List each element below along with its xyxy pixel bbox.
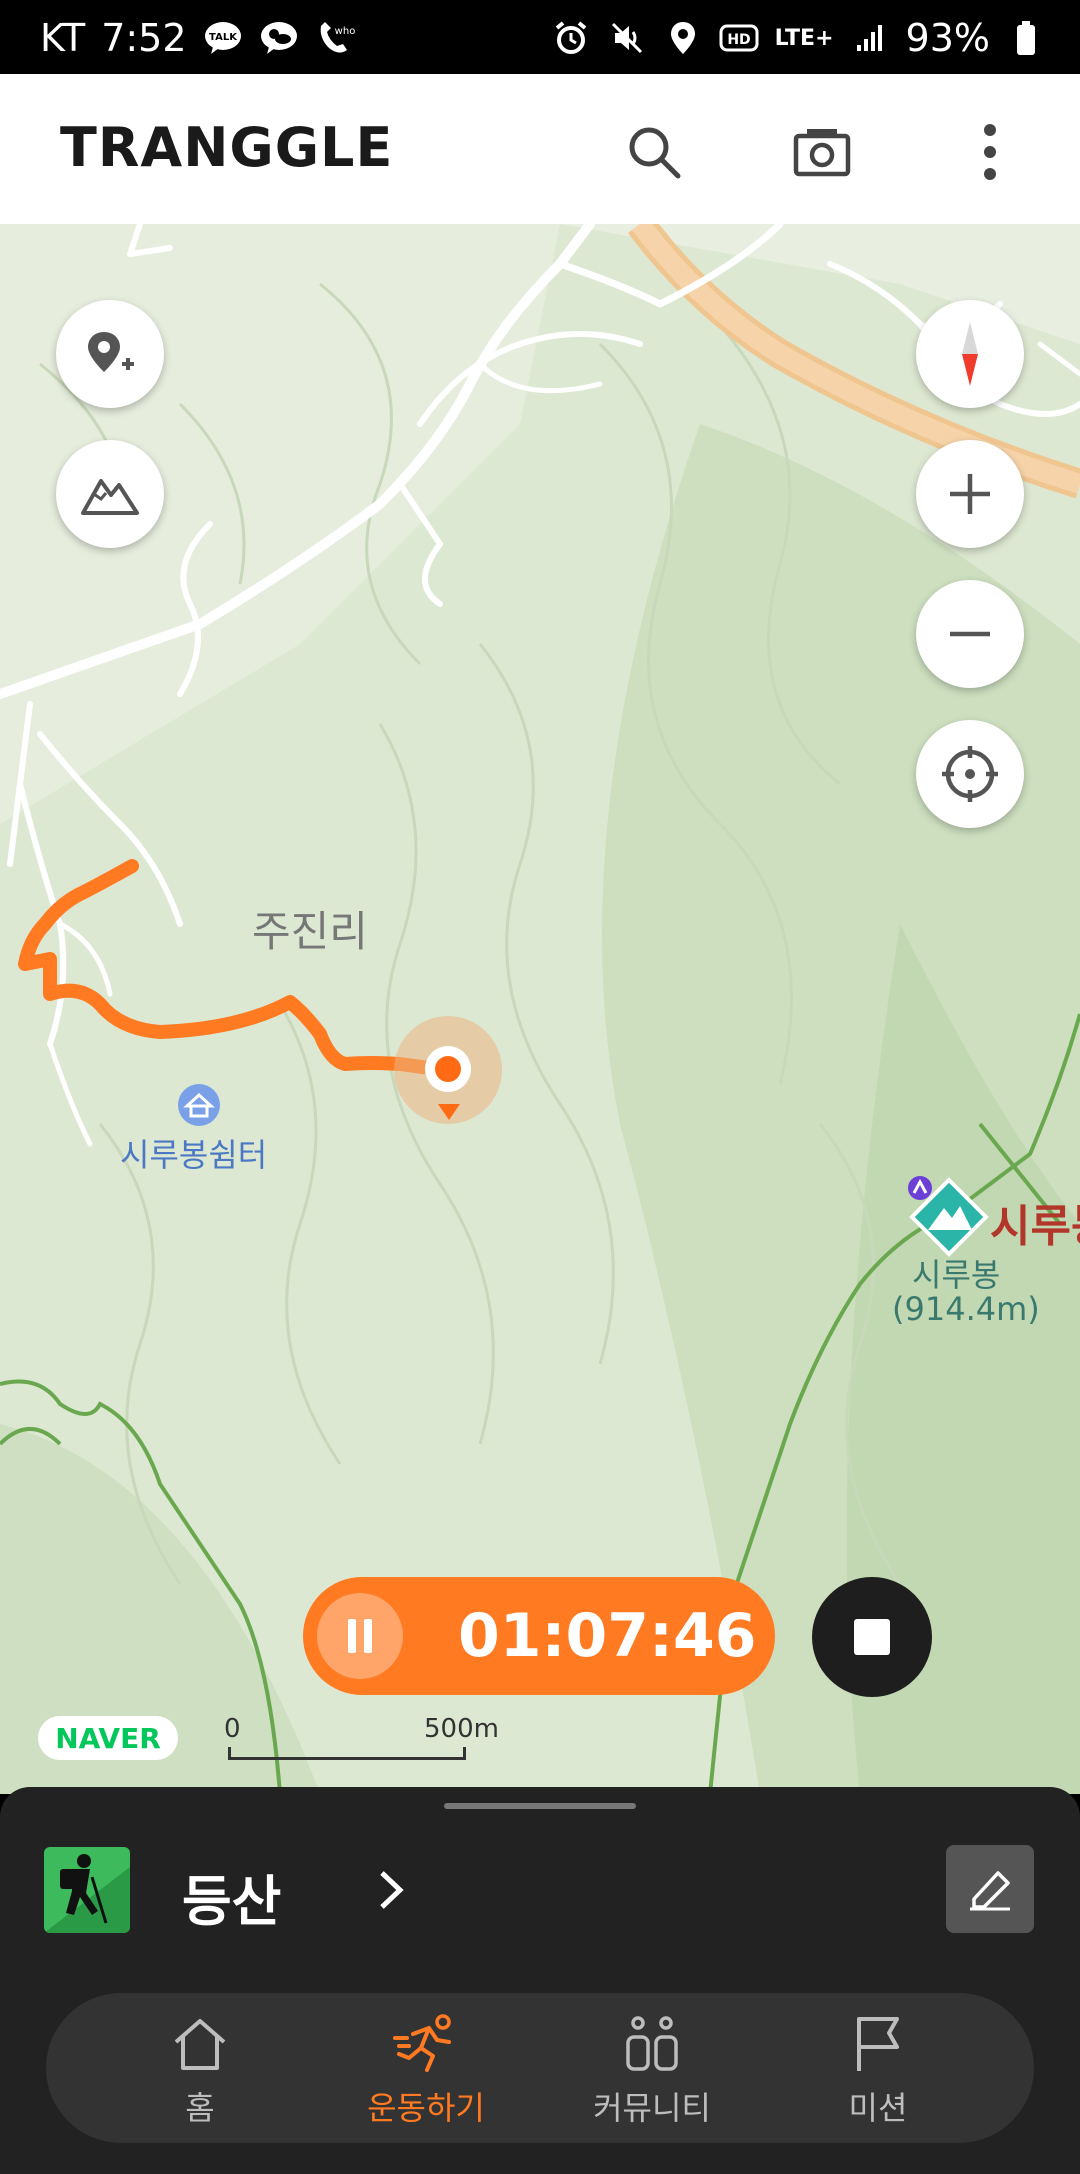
weather-icon (259, 18, 299, 58)
my-location-button[interactable] (916, 720, 1024, 828)
hd-icon: HD (719, 18, 759, 58)
svg-text:TALK: TALK (209, 32, 238, 43)
zoom-out-icon (950, 631, 990, 637)
zoom-in-icon (950, 474, 990, 514)
compass-icon (962, 322, 978, 386)
bottom-sheet: 등산 홈 운동하기 커뮤니티 미션 (0, 1787, 1080, 2174)
village-label: 주진리 (252, 907, 368, 956)
more-icon (984, 124, 996, 180)
peak-elevation-label: (914.4m) (892, 1290, 1040, 1328)
lte-icon: LTE+ (774, 25, 834, 51)
home-icon (100, 2011, 300, 2077)
talk-icon: TALK (203, 18, 243, 58)
bottom-nav: 홈 운동하기 커뮤니티 미션 (46, 1993, 1034, 2143)
svg-text:who: who (334, 26, 354, 37)
scale-end-label: 500m (424, 1714, 499, 1744)
camera-button[interactable] (782, 112, 862, 192)
status-bar-right: HD LTE+ 93% (551, 16, 1046, 60)
shelter-label: 시루봉쉼터 (120, 1136, 268, 1174)
battery-icon (1006, 18, 1046, 58)
nav-item-home[interactable]: 홈 (100, 2011, 300, 2131)
nav-label-exercise: 운동하기 (367, 2089, 485, 2127)
app-logo: TRANGGLE (60, 116, 394, 179)
map-canvas (0, 224, 1080, 1794)
add-location-button[interactable] (56, 300, 164, 408)
camera-icon (793, 129, 851, 177)
status-bar-left: KT 7:52 TALK who (40, 16, 355, 60)
nav-item-mission[interactable]: 미션 (778, 2011, 978, 2131)
compass-button[interactable] (916, 300, 1024, 408)
running-icon (326, 2011, 526, 2077)
chevron-right-icon[interactable] (372, 1865, 412, 1915)
sheet-drag-handle[interactable] (444, 1803, 636, 1809)
heading-arrow-icon (436, 1102, 462, 1126)
search-button[interactable] (614, 112, 694, 192)
recording-timer-pill: 01:07:46 (303, 1577, 775, 1695)
svg-text:HD: HD (727, 32, 750, 48)
add-location-icon (88, 332, 134, 372)
elapsed-time: 01:07:46 (458, 1601, 757, 1671)
scale-bar (228, 1747, 466, 1760)
shelter-marker-icon (176, 1082, 220, 1126)
summit-badge-icon (906, 1174, 934, 1206)
map-scale: 0 500m (224, 1714, 499, 1760)
naver-logo: NAVER (38, 1716, 178, 1760)
nav-label-community: 커뮤니티 (593, 2089, 711, 2127)
location-icon (663, 18, 703, 58)
app-bar: TRANGGLE (0, 74, 1080, 226)
status-bar: KT 7:52 TALK who HD LTE+ 93% (0, 0, 1080, 74)
battery-percent: 93% (905, 16, 990, 60)
mute-icon (607, 18, 647, 58)
signal-icon (850, 18, 890, 58)
current-location-marker-icon (425, 1046, 471, 1092)
flag-icon (778, 2011, 978, 2077)
nav-label-mission: 미션 (848, 2089, 908, 2127)
peak-title-label: 시루봉 (990, 1201, 1080, 1252)
pause-icon (348, 1619, 372, 1653)
community-icon (552, 2011, 752, 2077)
stop-button[interactable] (812, 1577, 932, 1697)
scale-start-label: 0 (224, 1714, 241, 1744)
alarm-icon (551, 18, 591, 58)
nav-label-home: 홈 (185, 2089, 215, 2127)
hiking-icon (44, 1847, 130, 1933)
search-icon (629, 127, 681, 179)
terrain-button[interactable] (56, 440, 164, 548)
edit-icon (970, 1871, 1010, 1911)
whowho-icon: who (315, 18, 355, 58)
my-location-icon (942, 746, 998, 802)
zoom-in-button[interactable] (916, 440, 1024, 548)
clock: 7:52 (101, 16, 187, 60)
carrier-label: KT (40, 16, 86, 60)
activity-type-label[interactable]: 등산 (182, 1857, 281, 1936)
nav-item-community[interactable]: 커뮤니티 (552, 2011, 752, 2131)
stop-icon (854, 1619, 890, 1655)
more-button[interactable] (950, 112, 1030, 192)
zoom-out-button[interactable] (916, 580, 1024, 688)
nav-item-exercise[interactable]: 운동하기 (326, 2011, 526, 2131)
pause-button[interactable] (317, 1593, 403, 1679)
mountain-icon (81, 479, 139, 515)
edit-button[interactable] (946, 1845, 1034, 1933)
map-view[interactable]: 주진리 시루봉쉼터 시루봉 시루봉 (914.4m) (0, 224, 1080, 1794)
